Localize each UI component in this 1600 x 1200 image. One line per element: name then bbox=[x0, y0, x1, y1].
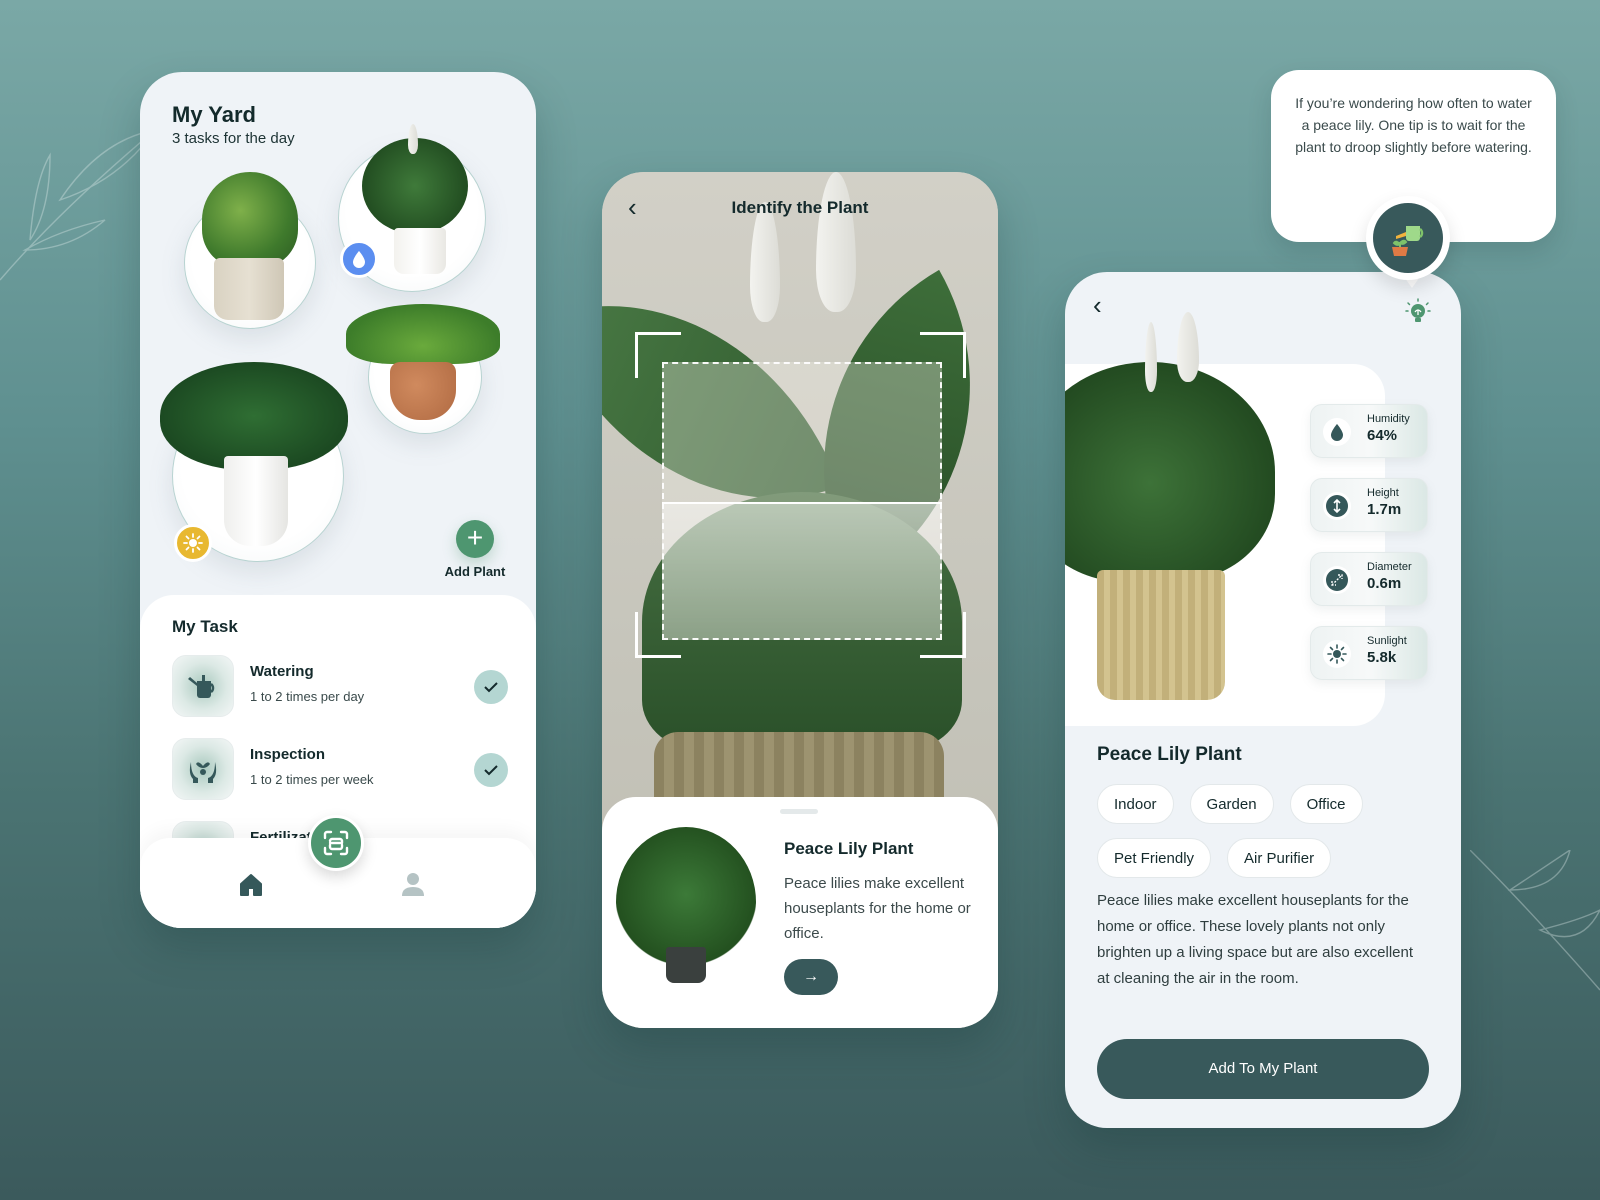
flower-image bbox=[1177, 312, 1199, 382]
pot-image bbox=[390, 362, 456, 420]
stat-humidity: Humidity 64% bbox=[1310, 404, 1428, 458]
check-icon bbox=[484, 765, 498, 776]
hands-plant-icon bbox=[172, 738, 234, 800]
plant-description: Peace lilies make excellent houseplants … bbox=[1097, 892, 1414, 987]
stat-value: 64% bbox=[1367, 427, 1398, 444]
stat-value: 5.8k bbox=[1367, 649, 1397, 666]
tip-text: If you’re wondering how often to water a… bbox=[1295, 95, 1532, 155]
drag-handle[interactable] bbox=[780, 809, 818, 814]
watering-can-icon bbox=[172, 655, 234, 717]
tag-pet-friendly[interactable]: Pet Friendly bbox=[1097, 838, 1212, 878]
tag-office[interactable]: Office bbox=[1289, 784, 1363, 824]
leaf-decoration-icon bbox=[1470, 850, 1600, 991]
scan-line bbox=[662, 502, 942, 640]
tasks-title: My Task bbox=[172, 617, 238, 636]
water-drop-icon bbox=[353, 251, 365, 268]
user-icon bbox=[402, 873, 424, 896]
sun-icon bbox=[183, 533, 203, 553]
identify-plant-screen: ‹ Identify the Plant Peace Lily Plant Pe… bbox=[602, 172, 998, 1028]
pot-image bbox=[394, 228, 446, 274]
frame-corner-bl bbox=[635, 612, 681, 658]
pot-image bbox=[1097, 570, 1225, 700]
task-frequency: 1 to 2 times per week bbox=[250, 772, 374, 787]
pot-image bbox=[214, 258, 284, 320]
page-subtitle: 3 tasks for the day bbox=[172, 130, 295, 147]
screen-title: Identify the Plant bbox=[731, 198, 869, 217]
stat-value: 0.6m bbox=[1367, 575, 1402, 592]
tag-indoor[interactable]: Indoor bbox=[1097, 784, 1174, 824]
flower-image bbox=[408, 124, 418, 154]
check-icon bbox=[484, 682, 498, 693]
vertical-arrows-icon bbox=[1323, 492, 1351, 520]
task-check-button[interactable] bbox=[474, 753, 508, 787]
task-frequency: 1 to 2 times per day bbox=[250, 689, 365, 704]
page-title: My Yard bbox=[172, 102, 256, 127]
stat-sunlight: Sunlight 5.8k bbox=[1310, 626, 1428, 680]
plant-image bbox=[160, 362, 348, 470]
scan-button[interactable] bbox=[308, 815, 364, 871]
plus-icon: + bbox=[456, 520, 494, 558]
frame-corner-tl bbox=[635, 332, 681, 378]
my-yard-screen: My Yard 3 tasks for the day + Add Plant … bbox=[140, 72, 536, 928]
task-item-inspection[interactable]: Inspection 1 to 2 times per week bbox=[172, 738, 508, 802]
task-name: Watering bbox=[250, 663, 314, 680]
add-plant-label: Add Plant bbox=[444, 564, 506, 579]
pot-image bbox=[224, 456, 288, 546]
stat-label: Height bbox=[1367, 487, 1399, 499]
task-name: Inspection bbox=[250, 746, 326, 763]
tag-list: Indoor Garden Office Pet Friendly Air Pu… bbox=[1097, 784, 1427, 878]
scan-icon bbox=[323, 830, 349, 856]
tip-button[interactable] bbox=[1405, 298, 1431, 326]
sun-icon bbox=[1323, 640, 1351, 668]
task-item-watering[interactable]: Watering 1 to 2 times per day bbox=[172, 655, 508, 719]
watering-plant-icon bbox=[1392, 226, 1424, 256]
result-card[interactable]: Peace Lily Plant Peace lilies make excel… bbox=[602, 797, 998, 1028]
nav-home[interactable] bbox=[238, 872, 264, 898]
stat-diameter: Diameter 0.6m bbox=[1310, 552, 1428, 606]
water-drop-icon bbox=[1323, 418, 1351, 446]
result-description: Peace lilies make excellent houseplants … bbox=[784, 875, 971, 942]
home-icon bbox=[240, 874, 262, 896]
task-check-button[interactable] bbox=[474, 670, 508, 704]
add-plant-button[interactable]: + Add Plant bbox=[430, 520, 520, 579]
plant-image bbox=[202, 172, 298, 268]
frame-corner-tr bbox=[920, 332, 966, 378]
tag-garden[interactable]: Garden bbox=[1189, 784, 1274, 824]
tip-badge bbox=[1366, 196, 1450, 280]
result-title: Peace Lily Plant bbox=[784, 839, 914, 858]
tag-air-purifier[interactable]: Air Purifier bbox=[1227, 838, 1332, 878]
flower-image bbox=[1145, 322, 1157, 392]
result-pot-image bbox=[666, 947, 706, 983]
sun-badge[interactable] bbox=[174, 524, 212, 562]
plant-detail-screen: ‹ Humidity 64% Height 1.7m Diameter 0.6m… bbox=[1065, 272, 1461, 1128]
plant-image bbox=[346, 304, 500, 364]
view-details-button[interactable]: → bbox=[784, 959, 838, 995]
diagonal-arrows-icon bbox=[1323, 566, 1351, 594]
water-badge[interactable] bbox=[340, 240, 378, 278]
stat-label: Humidity bbox=[1367, 413, 1410, 425]
back-button[interactable]: ‹ bbox=[1093, 292, 1102, 318]
leaf-decoration-icon bbox=[0, 129, 157, 281]
stat-label: Diameter bbox=[1367, 561, 1412, 573]
stat-label: Sunlight bbox=[1367, 635, 1407, 647]
add-to-my-plant-button[interactable]: Add To My Plant bbox=[1097, 1039, 1429, 1099]
frame-corner-br bbox=[920, 612, 966, 658]
stat-value: 1.7m bbox=[1367, 501, 1402, 518]
nav-profile[interactable] bbox=[400, 870, 426, 898]
stat-height: Height 1.7m bbox=[1310, 478, 1428, 532]
lightbulb-icon bbox=[1405, 298, 1431, 322]
plant-name: Peace Lily Plant bbox=[1097, 744, 1242, 765]
